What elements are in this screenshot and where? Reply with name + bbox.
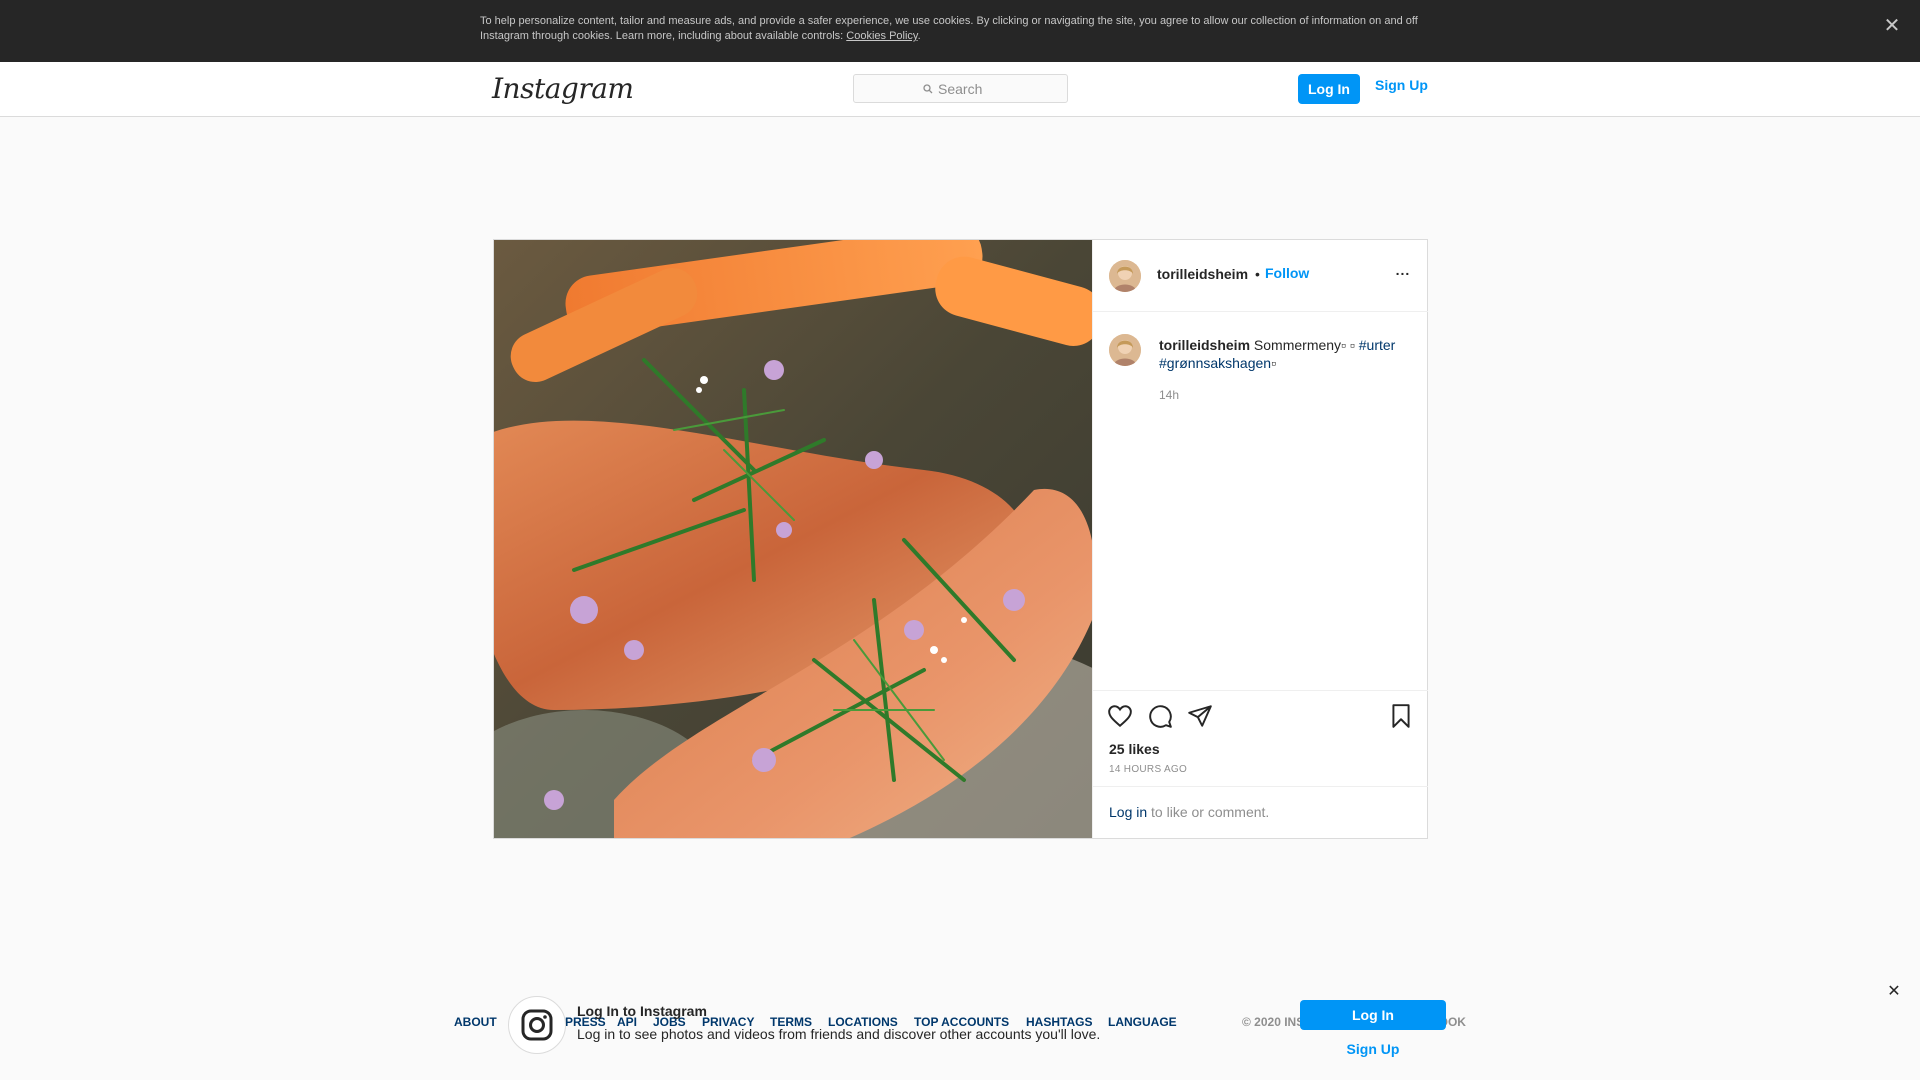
caption-username[interactable]: torilleidsheim [1159, 337, 1250, 353]
post-sidebar: torilleidsheim • Follow ... torilleidshe… [1092, 240, 1428, 838]
caption-timestamp[interactable]: 14h [1159, 388, 1179, 402]
instagram-logo[interactable]: Instagram [492, 72, 634, 105]
post-photo[interactable] [494, 240, 1092, 838]
login-suffix: to like or comment. [1147, 804, 1270, 820]
cookies-policy-link[interactable]: Cookies Policy [846, 30, 917, 42]
post-header: torilleidsheim • Follow ... [1093, 240, 1428, 312]
post-card: torilleidsheim • Follow ... torilleidshe… [493, 239, 1428, 839]
user-avatar-image [1109, 334, 1141, 366]
login-button[interactable]: Log In [1298, 74, 1360, 104]
cookie-text: To help personalize content, tailor and … [480, 14, 1440, 44]
user-avatar-image [1109, 260, 1141, 292]
likes-count[interactable]: 25 likes [1109, 741, 1160, 757]
more-options-icon[interactable]: ... [1394, 263, 1412, 282]
camera-icon [521, 1009, 553, 1041]
hashtag-link[interactable]: #urter [1359, 337, 1396, 353]
salmon-photo [494, 240, 1092, 838]
footer-link-language[interactable]: Language [1108, 1015, 1177, 1029]
instagram-glyph-icon [508, 996, 566, 1054]
hashtag-link[interactable]: #grønnsakshagen [1159, 355, 1271, 371]
top-navigation: Instagram Log In Sign Up [0, 62, 1920, 117]
caption-text: torilleidsheim Sommermeny▫ ▫ #urter #grøn… [1159, 336, 1409, 372]
search-icon [923, 83, 933, 93]
cookie-close-icon[interactable]: ✕ [1880, 14, 1904, 38]
cookie-message: To help personalize content, tailor and … [480, 15, 1418, 42]
footer-link-about[interactable]: About [454, 1015, 497, 1029]
bookmark-icon[interactable] [1388, 703, 1414, 729]
overlay-signup-link[interactable]: Sign Up [1300, 1041, 1446, 1057]
overlay-login-button[interactable]: Log In [1300, 1000, 1446, 1030]
avatar[interactable] [1109, 260, 1141, 292]
follow-button[interactable]: Follow [1265, 265, 1309, 281]
heart-icon[interactable] [1107, 703, 1133, 729]
caption-body: Sommermeny▫ ▫ [1250, 337, 1359, 353]
signup-link[interactable]: Sign Up [1375, 77, 1428, 93]
login-to-comment: Log in to like or comment. [1093, 786, 1428, 838]
post-author-username[interactable]: torilleidsheim [1157, 266, 1248, 282]
overlay-close-icon[interactable]: ✕ [1884, 982, 1904, 1002]
overlay-title: Log In to Instagram [577, 1003, 707, 1019]
post-actions: 25 likes 14 HOURS AGO [1093, 690, 1428, 786]
caption-block: torilleidsheim Sommermeny▫ ▫ #urter #grøn… [1093, 312, 1428, 692]
cookie-period: . [917, 30, 921, 42]
cookie-banner: To help personalize content, tailor and … [0, 0, 1920, 62]
share-icon[interactable] [1187, 703, 1213, 729]
search-box[interactable] [853, 74, 1068, 103]
comment-icon[interactable] [1147, 703, 1173, 729]
caption-suffix: ▫ [1271, 355, 1277, 371]
overlay-subtitle: Log in to see photos and videos from fri… [577, 1026, 1101, 1042]
caption-avatar[interactable] [1109, 334, 1141, 366]
post-age[interactable]: 14 HOURS AGO [1109, 764, 1187, 775]
login-link[interactable]: Log in [1109, 804, 1147, 820]
follow-separator: • [1255, 266, 1260, 282]
search-input[interactable] [938, 80, 998, 97]
